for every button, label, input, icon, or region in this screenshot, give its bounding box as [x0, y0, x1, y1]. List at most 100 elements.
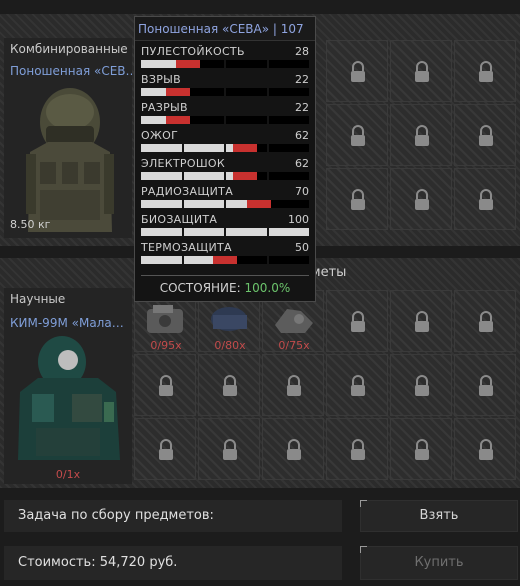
- locked-slot: [454, 290, 516, 352]
- locked-slot: [198, 354, 260, 416]
- bar-segment: [226, 88, 267, 96]
- locked-slot: [134, 418, 196, 480]
- locked-slot: [390, 354, 452, 416]
- lock-icon: [479, 311, 493, 332]
- buy-button[interactable]: Купить: [360, 546, 518, 580]
- lock-icon: [287, 439, 301, 460]
- lock-icon: [351, 189, 365, 210]
- stat-name: ТЕРМОЗАЩИТА: [141, 241, 232, 254]
- bar-segment: [268, 256, 309, 264]
- bar-fill: [226, 228, 267, 236]
- locked-slot: [454, 168, 516, 230]
- consumable-image: [147, 305, 183, 333]
- armor-item-name: Поношенная «СЕВ…: [10, 64, 132, 78]
- lock-icon: [479, 125, 493, 146]
- locked-slot: [198, 418, 260, 480]
- bar-fill: [141, 144, 182, 152]
- stat-name: ПУЛЕСТОЙКОСТЬ: [141, 45, 245, 58]
- bar-segment: [268, 172, 309, 180]
- bar-segment: [268, 88, 309, 96]
- bar-segment: [268, 116, 309, 124]
- task-label: Задача по сбору предметов:: [18, 508, 214, 523]
- lock-icon: [159, 439, 173, 460]
- lock-icon: [479, 61, 493, 82]
- locked-slot: [326, 40, 388, 102]
- bar-fill: [268, 228, 309, 236]
- item-tooltip: Поношенная «СЕВА» | 107 ПУЛЕСТОЙКОСТЬ 28 В…: [134, 16, 316, 302]
- bar-damage: [165, 116, 190, 124]
- bar-fill: [183, 144, 224, 152]
- bar-segment: [268, 60, 309, 68]
- suit-slot[interactable]: Научные КИМ-99М «Мала… 0/1x: [4, 288, 132, 484]
- locked-slot: [390, 40, 452, 102]
- lock-icon: [415, 61, 429, 82]
- stat-name: ОЖОГ: [141, 129, 179, 142]
- bar-fill: [183, 172, 224, 180]
- consumable-image: [275, 309, 313, 333]
- state-value: 100.0%: [244, 281, 291, 295]
- lock-icon: [479, 375, 493, 396]
- locked-slot: [262, 418, 324, 480]
- stat-value: 100: [288, 213, 309, 226]
- consumable-count: 0/75x: [278, 339, 310, 352]
- suit-category: Научные: [10, 292, 66, 306]
- stat-row: РАДИОЗАЩИТА 70: [141, 185, 311, 211]
- lock-icon: [415, 311, 429, 332]
- suit-item-name: КИМ-99М «Мала…: [10, 316, 124, 330]
- locked-slot: [454, 418, 516, 480]
- tooltip-title: Поношенная «СЕВА» | 107: [135, 17, 315, 41]
- stat-row: БИОЗАЩИТА 100: [141, 213, 311, 239]
- bar-fill: [183, 200, 224, 208]
- locked-slot: [454, 354, 516, 416]
- bar-damage: [165, 88, 190, 96]
- tooltip-divider: [141, 275, 309, 276]
- stat-value: 28: [295, 45, 309, 58]
- stat-bar: [141, 88, 309, 96]
- locked-slot: [326, 104, 388, 166]
- bar-damage: [233, 144, 258, 152]
- stat-bar: [141, 200, 309, 208]
- consumable-count: 0/80x: [214, 339, 246, 352]
- lock-icon: [415, 375, 429, 396]
- locked-slot: [390, 168, 452, 230]
- cost-panel: Стоимость: 54,720 руб.: [4, 546, 342, 580]
- stat-row: ОЖОГ 62: [141, 129, 311, 155]
- lock-icon: [351, 61, 365, 82]
- bar-fill: [141, 228, 182, 236]
- locked-slot: [454, 104, 516, 166]
- lock-icon: [159, 375, 173, 396]
- take-button-label: Взять: [419, 508, 459, 523]
- buy-button-label: Купить: [414, 555, 464, 570]
- armor-category: Комбинированные: [10, 42, 128, 56]
- stat-row: ПУЛЕСТОЙКОСТЬ 28: [141, 45, 311, 71]
- stat-value: 22: [295, 73, 309, 86]
- suit-image: [18, 336, 120, 460]
- stat-bar: [141, 228, 309, 236]
- bar-segment: [268, 200, 309, 208]
- armor-slot[interactable]: Комбинированные Поношенная «СЕВ… 8.50 кг: [4, 38, 132, 238]
- stat-bar: [141, 116, 309, 124]
- lock-icon: [287, 375, 301, 396]
- stat-name: РАЗРЫВ: [141, 101, 188, 114]
- stat-value: 62: [295, 157, 309, 170]
- bar-damage: [176, 60, 201, 68]
- lock-icon: [415, 439, 429, 460]
- locked-slot: [262, 354, 324, 416]
- bar-segment: [226, 60, 267, 68]
- tooltip-state: СОСТОЯНИЕ: 100.0%: [135, 281, 315, 295]
- button-corner: [360, 500, 367, 507]
- stat-row: ВЗРЫВ 22: [141, 73, 311, 99]
- lock-icon: [415, 189, 429, 210]
- bar-fill: [183, 228, 224, 236]
- stat-name: ВЗРЫВ: [141, 73, 181, 86]
- stat-row: ЭЛЕКТРОШОК 62: [141, 157, 311, 183]
- lock-icon: [223, 375, 237, 396]
- stat-row: РАЗРЫВ 22: [141, 101, 311, 127]
- stat-bar: [141, 60, 309, 68]
- lock-icon: [415, 125, 429, 146]
- task-panel: Задача по сбору предметов:: [4, 500, 342, 532]
- lock-icon: [479, 189, 493, 210]
- bar-segment: [268, 144, 309, 152]
- take-button[interactable]: Взять: [360, 500, 518, 532]
- stat-name: ЭЛЕКТРОШОК: [141, 157, 225, 170]
